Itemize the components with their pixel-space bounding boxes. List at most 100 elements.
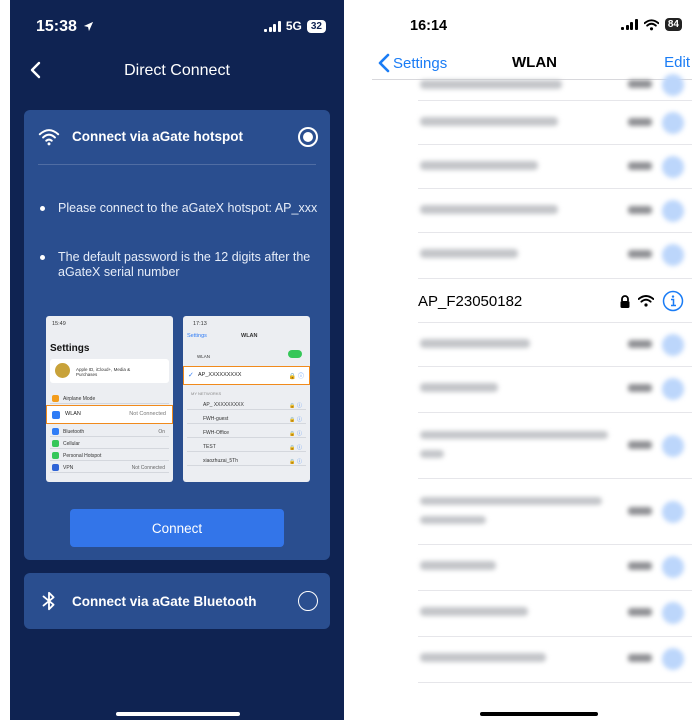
info-icon[interactable] [662,290,684,312]
mini-wlan-toggle-label: WLAN [197,354,211,359]
signal-bars-icon [621,19,638,30]
blurred-icons [628,118,652,126]
mini-settings-screen: 15:49 Settings Apple ID, iCloud+, Media … [46,316,173,482]
mini-row-label: Personal Hotspot [63,453,102,459]
network-row-blurred[interactable] [418,545,692,591]
mini-wlan-screen: 17:13 Settings WLAN WLAN MY NETWORKS AP_… [183,316,310,482]
connect-button[interactable]: Connect [70,509,284,547]
home-indicator [116,712,240,716]
mini-wlan-label: WLAN [65,411,81,417]
mini-back-link: Settings [187,333,207,339]
status-time: 15:38 [36,18,94,36]
hotspot-option[interactable]: Connect via aGate hotspot [24,110,330,164]
network-row-blurred[interactable] [418,591,692,637]
network-row-blurred[interactable] [418,145,692,189]
blurred-icons [628,654,652,662]
location-arrow-icon [84,21,94,32]
info-icon[interactable] [662,74,684,96]
mini-network-icons: 🔒 ⓘ [289,417,302,423]
network-row-blurred[interactable] [418,71,692,101]
battery-icon: 84 [664,18,682,31]
blurred-network-name [420,249,518,258]
mini-selected-network: AP_XXXXXXXXX [198,372,242,378]
mini-row-value: Not Connected [131,465,165,471]
hotspot-option-card: Connect via aGate hotspot Please connect… [24,110,330,560]
info-icon[interactable] [662,112,684,134]
status-indicators: 5G 32 [264,19,326,33]
cellular-icon [52,440,59,447]
network-row-blurred[interactable] [418,367,692,413]
network-row-blurred[interactable] [418,101,692,145]
mini-row-airplane: Airplane Mode [50,393,169,404]
bluetooth-radio-unselected[interactable] [298,591,318,611]
wifi-icon [638,295,654,307]
info-icon[interactable] [662,501,684,523]
blurred-network-name [420,497,602,505]
mini-network-icons: 🔒 ⓘ [289,431,302,437]
info-icon[interactable] [662,378,684,400]
blurred-network-name [420,205,558,214]
info-icon[interactable] [662,648,684,670]
info-icon[interactable] [662,556,684,578]
network-list: AP_F23050182 [418,74,692,683]
mini-wlan-toggle [288,350,302,358]
blurred-icons [628,562,652,570]
network-row-blurred[interactable] [418,479,692,545]
edit-button[interactable]: Edit [664,54,690,71]
wifi-icon [38,129,60,146]
info-icon[interactable] [662,334,684,356]
network-row-blurred[interactable] [418,637,692,683]
hotspot-radio-selected[interactable] [298,127,318,147]
mini-row-label: Cellular [63,441,80,447]
network-row[interactable]: AP_F23050182 [418,279,692,323]
bluetooth-icon [42,591,55,611]
wlan-settings-screen: 16:14 84 Settings WLAN Edit AP_F23050182 [372,0,692,720]
mini-row-label: Bluetooth [63,429,85,435]
mini-row-label: VPN [63,465,74,471]
bluetooth-option[interactable]: Connect via aGate Bluetooth [24,573,330,629]
info-icon[interactable] [662,156,684,178]
status-time: 16:14 [410,18,448,34]
mini-network-icons: 🔒 ⓘ [289,459,302,465]
info-icon[interactable] [662,435,684,457]
mini-time: 17:13 [193,321,207,327]
blurred-icons [628,162,652,170]
mini-row-vpn: VPN Not Connected [50,462,169,473]
page-title: Direct Connect [124,62,230,79]
divider [38,164,316,165]
airplane-icon [52,395,59,402]
instruction-password: The default password is the 12 digits af… [40,250,320,280]
hotspot-option-label: Connect via aGate hotspot [72,129,244,144]
mini-network-icons: 🔒 ⓘ [288,374,304,380]
mini-network-row: FWH-guest 🔒 ⓘ [187,413,306,424]
network-name: AP_F23050182 [418,293,523,310]
network-row-blurred[interactable] [418,323,692,367]
blurred-icons [628,80,652,88]
blurred-icons [628,441,652,449]
screenshot-root: 15:38 5G 32 Direct Connect Connect via a… [0,0,692,720]
avatar [55,363,70,378]
blurred-network-name [420,431,608,439]
mini-wlan-value: Not Connected [129,411,166,417]
mini-selected-network-highlight: ✓ AP_XXXXXXXXX 🔒 ⓘ [183,366,310,385]
network-row-blurred[interactable] [418,413,692,479]
network-type: 5G [285,19,302,33]
home-indicator [480,712,598,716]
blurred-network-name [420,383,498,392]
mini-network-name: FWH-guest [203,416,229,422]
back-button[interactable]: Settings [378,53,447,73]
info-icon[interactable] [662,200,684,222]
mini-wlan-row-highlight: WLAN Not Connected [46,405,173,424]
network-row-blurred[interactable] [418,233,692,279]
network-row-blurred[interactable] [418,189,692,233]
mini-network-row: FWH-Office 🔒 ⓘ [187,427,306,438]
mini-profile-row: Apple ID, iCloud+, Media & Purchases [50,359,169,383]
blurred-network-name [420,161,538,170]
info-icon[interactable] [662,244,684,266]
blurred-network-name-line2 [420,516,486,524]
mini-row-value: On [158,429,165,435]
info-icon[interactable] [662,602,684,624]
mini-row-cellular: Cellular [50,438,169,449]
mini-network-name: xiaozhuzai_5Th [203,458,239,464]
mini-row-label: Airplane Mode [63,396,96,402]
